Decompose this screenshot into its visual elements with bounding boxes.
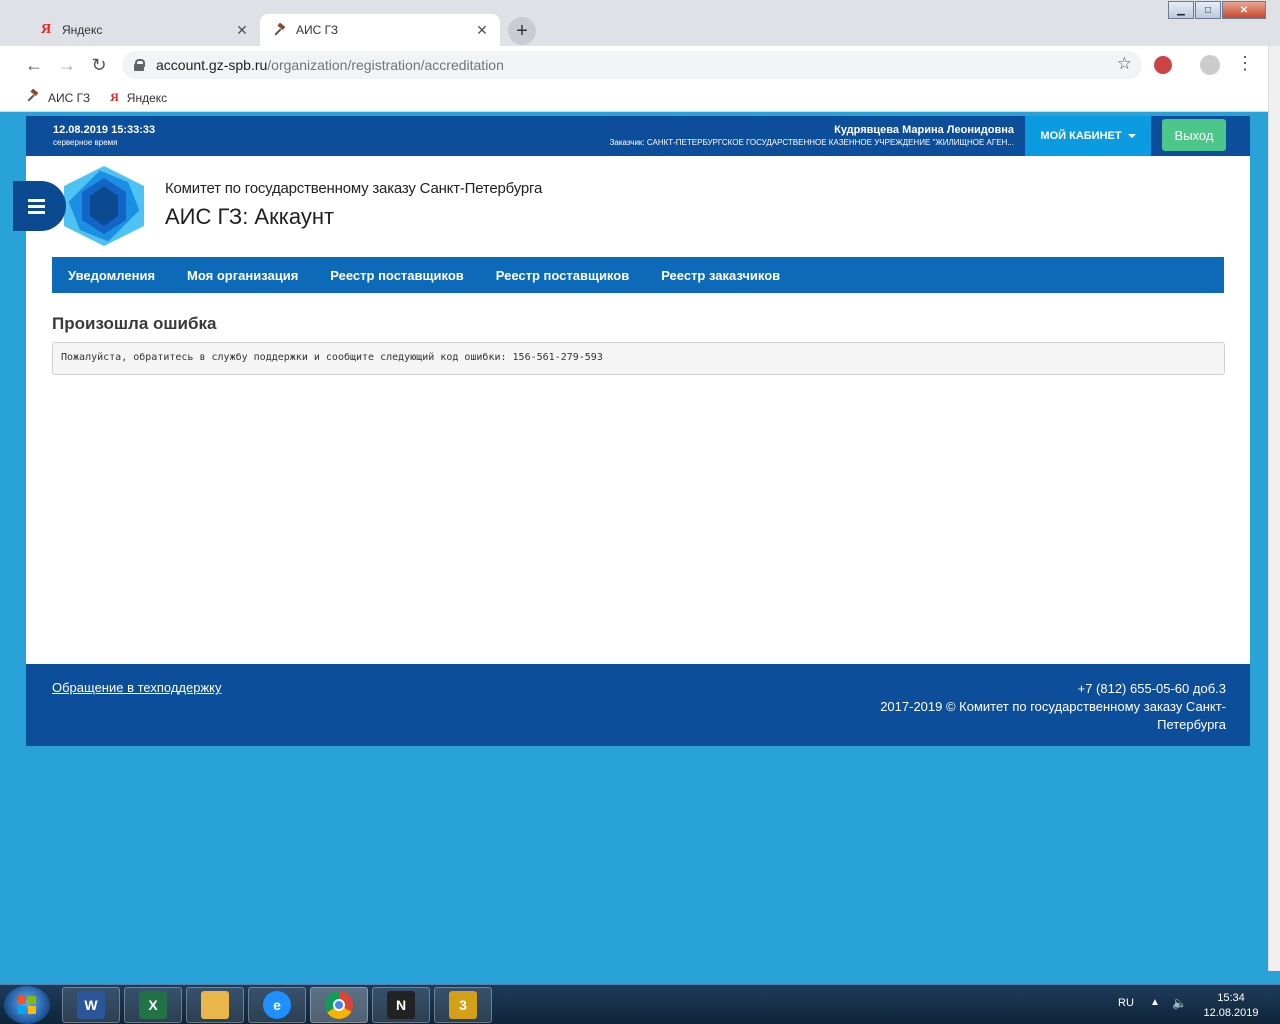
tray-expand-icon[interactable]: ▲ — [1150, 997, 1160, 1008]
support-link[interactable]: Обращение в техподдержку — [52, 680, 222, 695]
error-title: Произошла ошибка — [52, 314, 217, 333]
nav-notifications[interactable]: Уведомления — [52, 268, 171, 283]
page-scrollbar[interactable] — [1268, 46, 1280, 971]
server-time: 12.08.2019 15:33:33 — [53, 124, 156, 136]
error-message: Пожалуйста, обратитесь в службу поддержк… — [52, 342, 1225, 375]
language-indicator[interactable]: RU — [1118, 997, 1134, 1009]
windows-icon — [18, 996, 36, 1014]
word-icon: W — [77, 991, 105, 1019]
nav-my-organization[interactable]: Моя организация — [171, 268, 314, 283]
tab-title: АИС ГЗ — [296, 23, 339, 37]
back-button[interactable]: ← — [22, 53, 46, 77]
nav-supplier-registry-2[interactable]: Реестр поставщиков — [480, 268, 645, 283]
user-organization: Заказчик: САНКТ-ПЕТЕРБУРГСКОЕ ГОСУДАРСТВ… — [609, 138, 1014, 147]
server-time-label: серверное время — [53, 138, 118, 147]
media-icon: 3 — [449, 991, 477, 1019]
tab-ais-gz[interactable]: АИС ГЗ ✕ — [260, 14, 500, 46]
bookmarks-bar: АИС ГЗ Я Яндекс — [0, 84, 1268, 112]
taskbar-clock[interactable]: 15:34 12.08.2019 — [1196, 991, 1266, 1021]
taskbar: W X e N 3 RU ▲ 🔈 15:34 12.08.2019 — [0, 984, 1280, 1024]
bookmark-star-icon[interactable]: ☆ — [1117, 54, 1132, 74]
bookmark-yandex[interactable]: Я Яндекс — [110, 90, 167, 105]
tab-yandex[interactable]: Я Яндекс ✕ — [26, 14, 260, 46]
hamburger-icon — [28, 198, 45, 202]
url-host: account.gz-spb.ru — [156, 57, 268, 73]
logo — [56, 164, 152, 248]
nav-supplier-registry[interactable]: Реестр поставщиков — [314, 268, 479, 283]
taskbar-excel[interactable]: X — [124, 987, 182, 1023]
gavel-icon — [272, 22, 288, 38]
yandex-icon: Я — [110, 90, 119, 104]
org-title: Комитет по государственному заказу Санкт… — [165, 180, 543, 197]
reload-button[interactable]: ↻ — [87, 53, 111, 77]
hamburger-line — [28, 210, 45, 214]
extension-icon[interactable] — [1154, 56, 1172, 74]
taskbar-nfs[interactable]: N — [372, 987, 430, 1023]
close-icon[interactable]: ✕ — [470, 18, 494, 42]
footer-phone: +7 (812) 655-05-60 доб.3 — [1077, 681, 1226, 696]
clock-time: 15:34 — [1217, 992, 1245, 1004]
tab-title: Яндекс — [62, 23, 103, 37]
lock-icon — [134, 59, 145, 71]
profile-avatar[interactable] — [1200, 55, 1220, 75]
speaker-icon[interactable]: 🔈 — [1172, 996, 1187, 1010]
caret-down-icon — [1127, 134, 1136, 138]
start-button[interactable] — [4, 986, 50, 1024]
taskbar-ie[interactable]: e — [248, 987, 306, 1023]
top-bar: 12.08.2019 15:33:33 серверное время Кудр… — [26, 116, 1250, 156]
taskbar-word[interactable]: W — [62, 987, 120, 1023]
taskbar-explorer[interactable] — [186, 987, 244, 1023]
chrome-center — [333, 999, 345, 1011]
user-name: Кудрявцева Марина Леонидовна — [834, 124, 1014, 136]
forward-button[interactable]: → — [55, 53, 79, 77]
exit-button[interactable]: Выход — [1162, 119, 1226, 151]
browser-menu-icon[interactable]: ⋮ — [1236, 53, 1254, 74]
my-cabinet-label: МОЙ КАБИНЕТ — [1040, 130, 1122, 142]
ie-icon: e — [263, 991, 291, 1019]
browser-tab-strip: Я Яндекс ✕ АИС ГЗ ✕ + ▁ □ ✕ — [0, 0, 1280, 46]
app-title: АИС ГЗ: Аккаунт — [165, 204, 335, 229]
footer-copyright: 2017-2019 © Комитет по государственному … — [880, 699, 1226, 732]
window-controls: ▁ □ ✕ — [1167, 1, 1266, 19]
yandex-icon: Я — [40, 22, 52, 37]
footer: Обращение в техподдержку +7 (812) 655-05… — [26, 664, 1250, 746]
address-bar[interactable]: account.gz-spb.ru /organization/registra… — [122, 51, 1142, 79]
nav-customer-registry[interactable]: Реестр заказчиков — [645, 268, 796, 283]
footer-contacts: +7 (812) 655-05-60 доб.3 2017-2019 © Ком… — [846, 680, 1226, 734]
my-cabinet-button[interactable]: МОЙ КАБИНЕТ — [1025, 116, 1151, 156]
taskbar-media[interactable]: 3 — [434, 987, 492, 1023]
chrome-icon — [325, 991, 353, 1019]
hamburger-line — [28, 204, 45, 208]
new-tab-button[interactable]: + — [508, 17, 536, 45]
minimize-button[interactable]: ▁ — [1168, 1, 1194, 19]
explorer-icon — [201, 991, 229, 1019]
url-path: /organization/registration/accreditation — [267, 57, 504, 73]
bookmark-label: АИС ГЗ — [48, 90, 91, 105]
taskbar-chrome[interactable] — [310, 987, 368, 1023]
window-close-button[interactable]: ✕ — [1222, 1, 1266, 19]
browser-toolbar: ← → ↻ account.gz-spb.ru /organization/re… — [0, 46, 1268, 84]
main-nav: Уведомления Моя организация Реестр поста… — [52, 257, 1224, 293]
clock-date: 12.08.2019 — [1203, 1007, 1259, 1019]
menu-toggle-button[interactable] — [13, 181, 66, 231]
bookmark-label: Яндекс — [126, 90, 168, 105]
maximize-button[interactable]: □ — [1195, 1, 1221, 19]
excel-icon: X — [139, 991, 167, 1019]
nfs-icon: N — [387, 991, 415, 1019]
gavel-icon — [26, 88, 40, 106]
close-icon[interactable]: ✕ — [230, 18, 254, 42]
page-content: 12.08.2019 15:33:33 серверное время Кудр… — [13, 116, 1250, 746]
bookmark-ais-gz[interactable]: АИС ГЗ — [26, 88, 91, 106]
